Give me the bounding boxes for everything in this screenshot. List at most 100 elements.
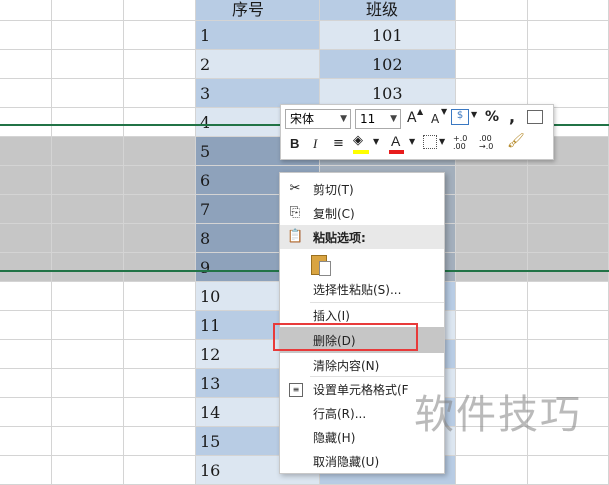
grid-cell[interactable] bbox=[528, 224, 609, 253]
grid-cell[interactable] bbox=[124, 340, 196, 369]
grid-cell[interactable] bbox=[0, 21, 52, 50]
bold-button[interactable]: B bbox=[290, 136, 299, 151]
grid-cell[interactable] bbox=[0, 282, 52, 311]
font-name-combo[interactable]: 宋体 ▼ bbox=[285, 109, 351, 129]
grid-cell[interactable] bbox=[0, 340, 52, 369]
grid-cell[interactable] bbox=[52, 108, 124, 137]
italic-button[interactable]: I bbox=[313, 136, 317, 152]
grid-cell[interactable] bbox=[52, 427, 124, 456]
menu-item-label: 清除内容(N) bbox=[313, 359, 380, 373]
grid-cell[interactable] bbox=[528, 282, 609, 311]
grid-cell[interactable] bbox=[52, 340, 124, 369]
grid-cell[interactable] bbox=[52, 398, 124, 427]
grid-cell[interactable] bbox=[528, 0, 609, 21]
grid-cell[interactable] bbox=[124, 253, 196, 282]
grid-cell[interactable] bbox=[0, 456, 52, 485]
grid-cell[interactable] bbox=[528, 50, 609, 79]
menu-item-cut[interactable]: ✂ 剪切(T) bbox=[280, 177, 444, 201]
grid-cell[interactable] bbox=[52, 137, 124, 166]
shrink-font-button[interactable]: A bbox=[431, 112, 439, 126]
grid-cell[interactable] bbox=[124, 369, 196, 398]
grid-cell[interactable] bbox=[528, 340, 609, 369]
grid-cell[interactable] bbox=[0, 253, 52, 282]
font-color-button[interactable]: A bbox=[391, 133, 400, 149]
menu-item-paste-special[interactable]: 选择性粘贴(S)... bbox=[280, 277, 444, 301]
grid-cell[interactable] bbox=[124, 108, 196, 137]
grid-cell[interactable] bbox=[456, 340, 528, 369]
grid-cell[interactable] bbox=[456, 282, 528, 311]
grid-cell[interactable] bbox=[0, 166, 52, 195]
grid-cell[interactable] bbox=[528, 456, 609, 485]
grid-cell[interactable] bbox=[0, 369, 52, 398]
format-painter-icon[interactable]: 🖌 bbox=[507, 133, 525, 149]
grid-cell[interactable] bbox=[124, 79, 196, 108]
grid-cell[interactable] bbox=[456, 0, 528, 21]
grid-cell[interactable] bbox=[528, 166, 609, 195]
grid-cell[interactable] bbox=[456, 224, 528, 253]
grid-cell[interactable] bbox=[456, 50, 528, 79]
grid-cell[interactable] bbox=[0, 311, 52, 340]
grid-cell[interactable] bbox=[528, 195, 609, 224]
grid-cell[interactable] bbox=[0, 195, 52, 224]
grid-cell[interactable] bbox=[124, 398, 196, 427]
grid-cell[interactable] bbox=[528, 21, 609, 50]
grid-cell[interactable] bbox=[52, 311, 124, 340]
decrease-decimal-button[interactable]: .00 →.0 bbox=[479, 135, 501, 151]
borders-icon[interactable] bbox=[423, 135, 437, 149]
font-size-combo[interactable]: 11 ▼ bbox=[355, 109, 401, 129]
percent-button[interactable]: % bbox=[485, 109, 499, 125]
grid-cell[interactable] bbox=[456, 311, 528, 340]
grid-cell[interactable] bbox=[124, 456, 196, 485]
comma-button[interactable]: , bbox=[509, 107, 515, 126]
grid-cell[interactable] bbox=[0, 224, 52, 253]
grid-cell[interactable] bbox=[196, 50, 320, 79]
grid-cell[interactable] bbox=[528, 253, 609, 282]
grid-cell[interactable] bbox=[52, 224, 124, 253]
grid-cell[interactable] bbox=[52, 369, 124, 398]
align-center-icon[interactable]: ≡ bbox=[333, 136, 344, 151]
grid-cell[interactable] bbox=[124, 50, 196, 79]
cell-seq: 1 bbox=[200, 26, 211, 45]
grid-cell[interactable] bbox=[0, 79, 52, 108]
grid-cell[interactable] bbox=[196, 21, 320, 50]
grid-cell[interactable] bbox=[124, 21, 196, 50]
grid-cell[interactable] bbox=[0, 50, 52, 79]
menu-item-unhide[interactable]: 取消隐藏(U) bbox=[280, 449, 444, 473]
grid-cell[interactable] bbox=[456, 195, 528, 224]
grid-cell[interactable] bbox=[124, 311, 196, 340]
grid-cell[interactable] bbox=[124, 137, 196, 166]
grid-cell[interactable] bbox=[52, 253, 124, 282]
grid-cell[interactable] bbox=[52, 79, 124, 108]
grid-cell[interactable] bbox=[52, 282, 124, 311]
grid-cell[interactable] bbox=[456, 21, 528, 50]
grid-cell[interactable] bbox=[0, 0, 52, 21]
format-painter-table-icon[interactable] bbox=[527, 110, 543, 124]
grid-cell[interactable] bbox=[124, 166, 196, 195]
menu-item-copy[interactable]: ⎘ 复制(C) bbox=[280, 201, 444, 225]
menu-item-clear-contents[interactable]: 清除内容(N) bbox=[280, 353, 444, 377]
fill-color-icon[interactable]: ◈ bbox=[353, 133, 363, 148]
grid-cell[interactable] bbox=[124, 195, 196, 224]
grid-cell[interactable] bbox=[52, 0, 124, 21]
grid-cell[interactable] bbox=[456, 166, 528, 195]
increase-decimal-button[interactable]: +.0 .00 bbox=[453, 135, 475, 151]
paste-button[interactable] bbox=[311, 251, 333, 277]
grid-cell[interactable] bbox=[52, 195, 124, 224]
grid-cell[interactable] bbox=[528, 311, 609, 340]
grid-cell[interactable] bbox=[456, 253, 528, 282]
grid-cell[interactable] bbox=[124, 0, 196, 21]
grid-cell[interactable] bbox=[0, 398, 52, 427]
grid-cell[interactable] bbox=[52, 50, 124, 79]
grid-cell[interactable] bbox=[124, 282, 196, 311]
grid-cell[interactable] bbox=[0, 427, 52, 456]
grid-cell[interactable] bbox=[124, 224, 196, 253]
grow-font-button[interactable]: A bbox=[407, 110, 417, 126]
grid-cell[interactable] bbox=[52, 21, 124, 50]
grid-cell[interactable] bbox=[456, 456, 528, 485]
grid-cell[interactable] bbox=[0, 137, 52, 166]
number-format-icon[interactable]: $ bbox=[451, 109, 469, 125]
grid-cell[interactable] bbox=[0, 108, 52, 137]
grid-cell[interactable] bbox=[52, 456, 124, 485]
grid-cell[interactable] bbox=[124, 427, 196, 456]
grid-cell[interactable] bbox=[52, 166, 124, 195]
